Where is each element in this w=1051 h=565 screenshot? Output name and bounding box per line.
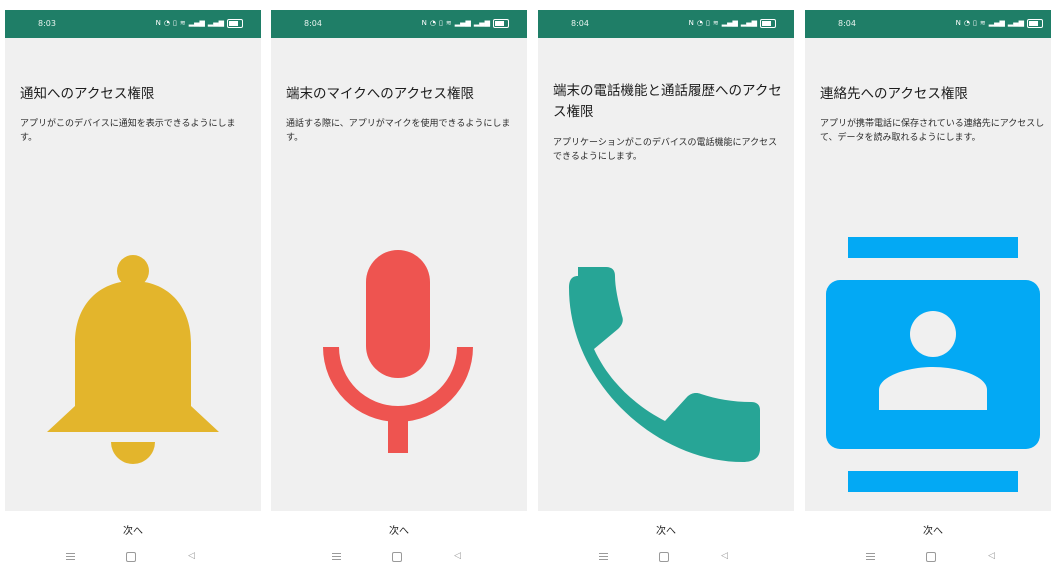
next-button[interactable]: 次へ (271, 522, 527, 537)
permission-screen-phone: 8:04 N ◔ ▯ ≋ ▂▄▆ ▂▄▆ 端末の電話機能と通話履歴へのアクセス権… (538, 10, 794, 565)
bell-icon (47, 255, 219, 464)
alarm-icon: ◔ (696, 19, 703, 27)
home-icon[interactable] (659, 552, 669, 562)
alarm-icon: ◔ (429, 19, 436, 27)
permission-screen-contacts: 8:04 N ◔ ▯ ≋ ▂▄▆ ▂▄▆ 連絡先へのアクセス権限 アプリが携帯電… (805, 10, 1051, 565)
permission-screen-microphone: 8:04 N ◔ ▯ ≋ ▂▄▆ ▂▄▆ 端末のマイクへのアクセス権限 通話する… (271, 10, 527, 565)
signal-icon-2: ▂▄▆ (473, 19, 490, 27)
status-icons: N ◔ ▯ ≋ ▂▄▆ ▂▄▆ (956, 18, 1043, 28)
home-icon[interactable] (926, 552, 936, 562)
back-icon[interactable]: ◁ (721, 551, 728, 561)
signal-icon: ▂▄▆ (188, 19, 205, 27)
nav-bar: ◁ (5, 551, 261, 565)
microphone-icon (323, 250, 473, 453)
status-bar: 8:04 N ◔ ▯ ≋ ▂▄▆ ▂▄▆ (805, 10, 1051, 38)
nfc-icon: N (955, 19, 961, 27)
status-time: 8:03 (38, 19, 56, 28)
next-button[interactable]: 次へ (805, 522, 1051, 537)
status-icons: N ◔ ▯ ≋ ▂▄▆ ▂▄▆ (689, 18, 776, 28)
nav-bar: ◁ (805, 551, 1051, 565)
vibrate-icon: ▯ (972, 19, 977, 27)
recent-apps-icon[interactable] (866, 553, 875, 562)
signal-icon: ▂▄▆ (454, 19, 471, 27)
status-time: 8:04 (571, 19, 589, 28)
content-area: 端末のマイクへのアクセス権限 通話する際に、アプリがマイクを使用できるようにしま… (271, 38, 527, 511)
home-icon[interactable] (392, 552, 402, 562)
home-icon[interactable] (126, 552, 136, 562)
status-bar: 8:03 N ◔ ▯ ≋ ▂▄▆ ▂▄▆ (5, 10, 261, 38)
back-icon[interactable]: ◁ (188, 551, 195, 561)
vibrate-icon: ▯ (705, 19, 710, 27)
wifi-icon: ≋ (712, 19, 719, 27)
recent-apps-icon[interactable] (332, 553, 341, 562)
status-bar: 8:04 N ◔ ▯ ≋ ▂▄▆ ▂▄▆ (538, 10, 794, 38)
wifi-icon: ≋ (179, 19, 186, 27)
back-icon[interactable]: ◁ (988, 551, 995, 561)
battery-icon (760, 18, 776, 28)
status-icons: N ◔ ▯ ≋ ▂▄▆ ▂▄▆ (422, 18, 509, 28)
wifi-icon: ≋ (445, 19, 452, 27)
contacts-icon (826, 237, 1040, 492)
phone-icon (569, 267, 760, 462)
vibrate-icon: ▯ (438, 19, 443, 27)
nfc-icon: N (421, 19, 427, 27)
nav-bar: ◁ (538, 551, 794, 565)
content-area: 連絡先へのアクセス権限 アプリが携帯電話に保存されている連絡先にアクセスして、デ… (805, 38, 1051, 511)
battery-icon (227, 18, 243, 28)
back-icon[interactable]: ◁ (454, 551, 461, 561)
alarm-icon: ◔ (163, 19, 170, 27)
recent-apps-icon[interactable] (66, 553, 75, 562)
next-button[interactable]: 次へ (538, 522, 794, 537)
status-bar: 8:04 N ◔ ▯ ≋ ▂▄▆ ▂▄▆ (271, 10, 527, 38)
status-icons: N ◔ ▯ ≋ ▂▄▆ ▂▄▆ (156, 18, 243, 28)
recent-apps-icon[interactable] (599, 553, 608, 562)
vibrate-icon: ▯ (172, 19, 177, 27)
nfc-icon: N (688, 19, 694, 27)
signal-icon: ▂▄▆ (988, 19, 1005, 27)
nfc-icon: N (155, 19, 161, 27)
status-time: 8:04 (838, 19, 856, 28)
battery-icon (1027, 18, 1043, 28)
permission-screen-notifications: 8:03 N ◔ ▯ ≋ ▂▄▆ ▂▄▆ 通知へのアクセス権限 アプリがこのデバ… (5, 10, 261, 565)
signal-icon-2: ▂▄▆ (740, 19, 757, 27)
content-area: 端末の電話機能と通話履歴へのアクセス権限 アプリケーションがこのデバイスの電話機… (538, 38, 794, 511)
next-button[interactable]: 次へ (5, 522, 261, 537)
signal-icon-2: ▂▄▆ (207, 19, 224, 27)
content-area: 通知へのアクセス権限 アプリがこのデバイスに通知を表示できるようにします。 (5, 38, 261, 511)
alarm-icon: ◔ (963, 19, 970, 27)
signal-icon: ▂▄▆ (721, 19, 738, 27)
nav-bar: ◁ (271, 551, 527, 565)
signal-icon-2: ▂▄▆ (1007, 19, 1024, 27)
battery-icon (493, 18, 509, 28)
status-time: 8:04 (304, 19, 322, 28)
wifi-icon: ≋ (979, 19, 986, 27)
